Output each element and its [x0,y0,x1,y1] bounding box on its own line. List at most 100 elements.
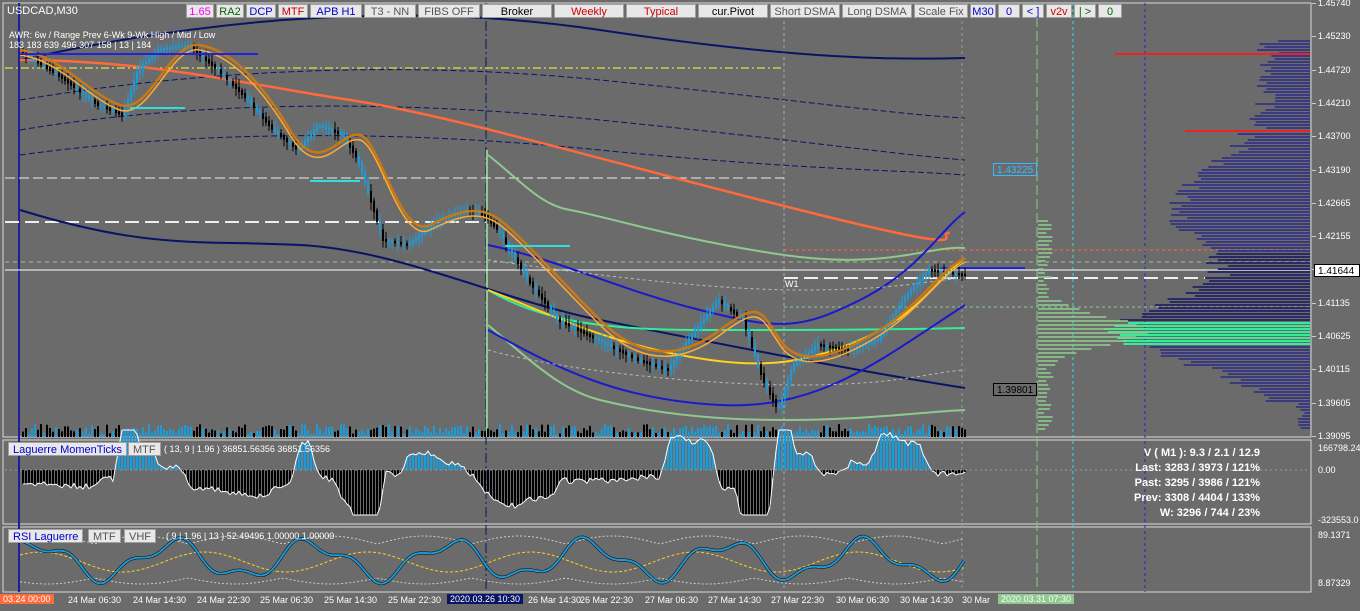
volume-bar [265,426,267,437]
session-profile-bar [1038,356,1065,358]
laguerre-bar [607,470,609,483]
profile-bar [1201,235,1310,237]
laguerre-title[interactable]: Laguerre MomenTicks [8,442,128,456]
candle-body [832,346,834,349]
toolbar-button-11[interactable]: Short DSMA [770,4,840,18]
volume-bar [328,426,330,437]
session-profile-bar [1038,236,1053,238]
level-lower-box: 1.39801 [993,383,1038,396]
volume-bar [664,427,666,437]
toolbar-button-7[interactable]: Broker [482,4,552,18]
candle-body [214,64,216,69]
laguerre-bar [724,470,726,491]
candle-body [940,270,942,273]
volume-bar [634,432,636,437]
candle-body [304,140,306,146]
candle-body [355,150,357,158]
toolbar-button-13[interactable]: Scale Fix [914,4,968,18]
toolbar-button-3[interactable]: MTF [278,4,308,18]
laguerre-bar [373,470,375,515]
volume-bar [421,431,423,437]
profile-bar [1230,274,1310,276]
profile-bar [1171,208,1310,210]
toolbar-button-18[interactable]: | > [1074,4,1096,18]
volume-bar [604,424,606,437]
candle-body [40,61,42,66]
toolbar-button-14[interactable]: M30 [970,4,996,18]
price-chart-canvas[interactable] [0,0,1312,593]
profile-bar [1271,55,1310,57]
profile-bar [1201,169,1310,171]
laguerre-bar [283,470,285,487]
volume-bar [418,430,420,437]
toolbar-button-12[interactable]: Long DSMA [842,4,912,18]
toolbar-button-6[interactable]: FIBS OFF [418,4,480,18]
toolbar-button-0[interactable]: 1.65 [186,4,214,18]
laguerre-bar [694,443,696,470]
toolbar-button-8[interactable]: Weekly [554,4,624,18]
laguerre-bar [640,470,642,476]
candle-body [964,273,966,276]
volume-bar [874,425,876,437]
laguerre-bar [685,440,687,470]
volume-bar [904,430,906,437]
chart-area[interactable]: USDCAD,M30 1.65 RA2 DCP MTF APB H1 T3 - NN FIB… [0,0,1312,593]
volume-bar [838,424,840,437]
volume-bar [67,426,69,437]
laguerre-bar [268,470,270,495]
toolbar-button-16[interactable]: < ] [1022,4,1044,18]
candle-body [220,69,222,74]
volume-bar [151,432,153,437]
laguerre-bar [100,470,102,480]
candle-body [658,365,660,368]
volume-bar [373,428,375,437]
laguerre-bar [472,470,474,475]
candle-body [712,305,714,312]
toolbar-button-5[interactable]: T3 - NN [364,4,416,18]
candle-body [322,124,324,128]
candle-body [715,301,717,308]
toolbar-button-17[interactable]: v2v [1046,4,1072,18]
candle-body [667,368,669,371]
laguerre-bar [553,470,555,494]
laguerre-bar [442,461,444,470]
volume-bar [907,426,909,437]
volume-bar [439,427,441,437]
toolbar-button-15[interactable]: 0 [998,4,1020,18]
candle-body [514,252,516,260]
rsi-title[interactable]: RSI Laguerre [8,529,84,543]
profile-bar [1210,247,1310,249]
volume-bar [64,426,66,437]
volume-bar [709,425,711,437]
rsi-vhf-button[interactable]: VHF [124,529,156,543]
volume-bar [367,428,369,437]
laguerre-bar [259,470,261,495]
laguerre-bar [52,470,54,485]
candle-body [334,129,336,133]
laguerre-bar [736,470,738,497]
toolbar-button-19[interactable]: 0 [1098,4,1122,18]
time-axis[interactable]: 03.24 00:00 24 Mar 06:30 24 Mar 14:30 24 M… [0,593,1360,611]
volume-bar [802,432,804,437]
volume-bar [190,426,192,437]
volume-bar [370,429,372,437]
laguerre-mtf-button[interactable]: MTF [128,442,161,456]
session-profile-bar [1038,244,1050,246]
volume-bar [592,432,594,437]
toolbar-button-2[interactable]: DCP [246,4,276,18]
laguerre-bar [643,470,645,477]
session-profile-bar [1038,384,1049,386]
profile-bar [1266,88,1310,90]
rsi-mtf-button[interactable]: MTF [88,529,121,543]
toolbar-button-9[interactable]: Typical [626,4,696,18]
volume-bar [583,428,585,437]
toolbar-button-4[interactable]: APB H1 [310,4,362,18]
volume-bar [943,432,945,437]
session-profile-bar [1038,276,1052,278]
price-axis[interactable]: 1.45740 1.45230 1.44720 1.44210 1.43700 1.431… [1312,0,1360,593]
laguerre-bar [682,437,684,470]
toolbar-button-1[interactable]: RA2 [216,4,244,18]
toolbar-button-10[interactable]: cur.Pivot [698,4,768,18]
candle-body [124,108,126,116]
profile-bar [1275,97,1310,99]
